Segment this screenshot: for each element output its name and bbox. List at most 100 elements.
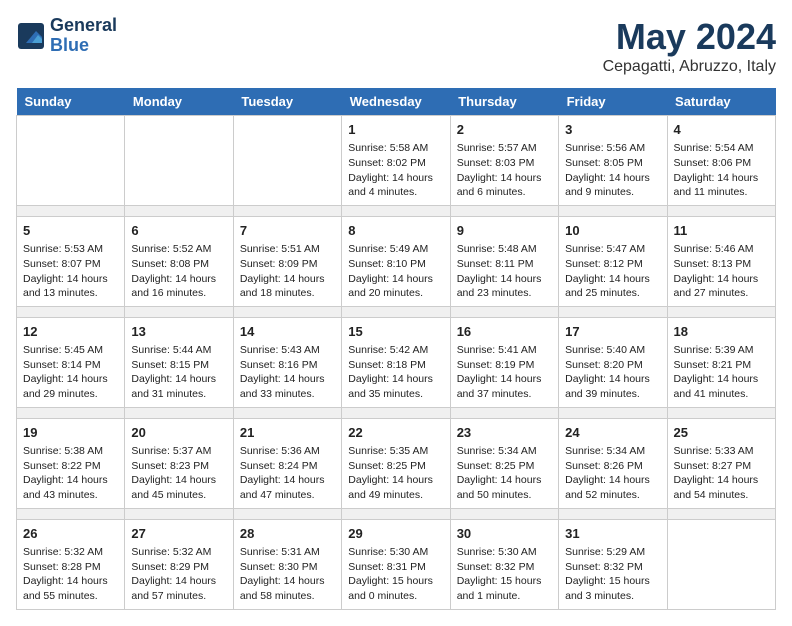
title-block: May 2024 Cepagatti, Abruzzo, Italy [603, 16, 776, 76]
calendar-cell: 13Sunrise: 5:44 AM Sunset: 8:15 PM Dayli… [125, 317, 233, 407]
day-number: 12 [23, 323, 118, 341]
day-number: 25 [674, 424, 769, 442]
day-number: 22 [348, 424, 443, 442]
month-title: May 2024 [603, 16, 776, 58]
day-info: Sunrise: 5:57 AM Sunset: 8:03 PM Dayligh… [457, 141, 552, 200]
day-info: Sunrise: 5:48 AM Sunset: 8:11 PM Dayligh… [457, 242, 552, 301]
calendar-cell: 15 Sunrise: 5:42 AM Sunset: 8:18 PM Dayli… [342, 317, 450, 407]
day-info: Sunrise: 5:52 AM Sunset: 8:08 PM Dayligh… [131, 242, 226, 301]
day-info: Sunrise: 5:42 AM Sunset: 8:18 PM Dayligh… [348, 343, 443, 402]
location: Cepagatti, Abruzzo, Italy [603, 58, 776, 76]
day-info: Sunrise: 5:43 AM Sunset: 8:16 PM Dayligh… [240, 343, 335, 402]
day-number: 21 [240, 424, 335, 442]
day-number: 10 [565, 222, 660, 240]
weekday-header-tuesday: Tuesday [233, 88, 341, 116]
day-number: 15 [348, 323, 443, 341]
day-number: 24 [565, 424, 660, 442]
day-number: 16 [457, 323, 552, 341]
calendar-cell: 21 Sunrise: 5:36 AM Sunset: 8:24 PM Dayli… [233, 418, 341, 508]
logo-text: General Blue [50, 16, 117, 56]
calendar-table: SundayMondayTuesdayWednesdayThursdayFrid… [16, 88, 776, 610]
calendar-cell: 3Sunrise: 5:56 AM Sunset: 8:05 PM Daylig… [559, 116, 667, 206]
day-info: Sunrise: 5:41 AM Sunset: 8:19 PM Dayligh… [457, 343, 552, 402]
calendar-cell: 27Sunrise: 5:32 AM Sunset: 8:29 PM Dayli… [125, 519, 233, 609]
page-header: General Blue May 2024 Cepagatti, Abruzzo… [16, 16, 776, 76]
calendar-cell: 1Sunrise: 5:58 AM Sunset: 8:02 PM Daylig… [342, 116, 450, 206]
calendar-week-row: 1Sunrise: 5:58 AM Sunset: 8:02 PM Daylig… [17, 116, 776, 206]
day-info: Sunrise: 5:49 AM Sunset: 8:10 PM Dayligh… [348, 242, 443, 301]
calendar-cell: 26Sunrise: 5:32 AM Sunset: 8:28 PM Dayli… [17, 519, 125, 609]
week-separator [17, 205, 776, 216]
logo-icon [16, 21, 46, 51]
calendar-cell: 30 Sunrise: 5:30 AM Sunset: 8:32 PM Dayli… [450, 519, 558, 609]
day-info: Sunrise: 5:38 AM Sunset: 8:22 PM Dayligh… [23, 444, 118, 503]
day-number: 31 [565, 525, 660, 543]
calendar-cell [667, 519, 775, 609]
day-info: Sunrise: 5:34 AM Sunset: 8:26 PM Dayligh… [565, 444, 660, 503]
logo: General Blue [16, 16, 117, 56]
day-info: Sunrise: 5:44 AM Sunset: 8:15 PM Dayligh… [131, 343, 226, 402]
day-info: Sunrise: 5:30 AM Sunset: 8:32 PM Dayligh… [457, 545, 552, 604]
day-info: Sunrise: 5:45 AM Sunset: 8:14 PM Dayligh… [23, 343, 118, 402]
calendar-cell: 14Sunrise: 5:43 AM Sunset: 8:16 PM Dayli… [233, 317, 341, 407]
calendar-week-row: 12 Sunrise: 5:45 AM Sunset: 8:14 PM Dayli… [17, 317, 776, 407]
day-info: Sunrise: 5:47 AM Sunset: 8:12 PM Dayligh… [565, 242, 660, 301]
day-number: 9 [457, 222, 552, 240]
day-number: 18 [674, 323, 769, 341]
day-info: Sunrise: 5:56 AM Sunset: 8:05 PM Dayligh… [565, 141, 660, 200]
day-info: Sunrise: 5:32 AM Sunset: 8:28 PM Dayligh… [23, 545, 118, 604]
calendar-cell: 7 Sunrise: 5:51 AM Sunset: 8:09 PM Daylig… [233, 216, 341, 306]
day-number: 27 [131, 525, 226, 543]
weekday-header-row: SundayMondayTuesdayWednesdayThursdayFrid… [17, 88, 776, 116]
calendar-cell: 24 Sunrise: 5:34 AM Sunset: 8:26 PM Dayli… [559, 418, 667, 508]
calendar-cell: 4 Sunrise: 5:54 AM Sunset: 8:06 PM Daylig… [667, 116, 775, 206]
day-number: 19 [23, 424, 118, 442]
calendar-cell: 25Sunrise: 5:33 AM Sunset: 8:27 PM Dayli… [667, 418, 775, 508]
day-info: Sunrise: 5:39 AM Sunset: 8:21 PM Dayligh… [674, 343, 769, 402]
calendar-cell: 19 Sunrise: 5:38 AM Sunset: 8:22 PM Dayli… [17, 418, 125, 508]
day-info: Sunrise: 5:30 AM Sunset: 8:31 PM Dayligh… [348, 545, 443, 604]
day-info: Sunrise: 5:58 AM Sunset: 8:02 PM Dayligh… [348, 141, 443, 200]
calendar-cell: 18 Sunrise: 5:39 AM Sunset: 8:21 PM Dayli… [667, 317, 775, 407]
day-info: Sunrise: 5:35 AM Sunset: 8:25 PM Dayligh… [348, 444, 443, 503]
weekday-header-sunday: Sunday [17, 88, 125, 116]
day-info: Sunrise: 5:29 AM Sunset: 8:32 PM Dayligh… [565, 545, 660, 604]
day-info: Sunrise: 5:31 AM Sunset: 8:30 PM Dayligh… [240, 545, 335, 604]
day-number: 17 [565, 323, 660, 341]
day-info: Sunrise: 5:34 AM Sunset: 8:25 PM Dayligh… [457, 444, 552, 503]
day-number: 2 [457, 121, 552, 139]
day-info: Sunrise: 5:40 AM Sunset: 8:20 PM Dayligh… [565, 343, 660, 402]
calendar-cell: 28 Sunrise: 5:31 AM Sunset: 8:30 PM Dayli… [233, 519, 341, 609]
calendar-cell: 22 Sunrise: 5:35 AM Sunset: 8:25 PM Dayli… [342, 418, 450, 508]
day-number: 28 [240, 525, 335, 543]
day-number: 7 [240, 222, 335, 240]
calendar-cell: 2 Sunrise: 5:57 AM Sunset: 8:03 PM Daylig… [450, 116, 558, 206]
calendar-cell: 23 Sunrise: 5:34 AM Sunset: 8:25 PM Dayli… [450, 418, 558, 508]
calendar-cell [125, 116, 233, 206]
calendar-cell: 29Sunrise: 5:30 AM Sunset: 8:31 PM Dayli… [342, 519, 450, 609]
week-separator [17, 407, 776, 418]
day-number: 4 [674, 121, 769, 139]
day-number: 30 [457, 525, 552, 543]
calendar-cell [17, 116, 125, 206]
calendar-cell: 10 Sunrise: 5:47 AM Sunset: 8:12 PM Dayli… [559, 216, 667, 306]
day-info: Sunrise: 5:54 AM Sunset: 8:06 PM Dayligh… [674, 141, 769, 200]
day-number: 6 [131, 222, 226, 240]
day-info: Sunrise: 5:53 AM Sunset: 8:07 PM Dayligh… [23, 242, 118, 301]
day-number: 11 [674, 222, 769, 240]
calendar-cell: 17 Sunrise: 5:40 AM Sunset: 8:20 PM Dayli… [559, 317, 667, 407]
week-separator [17, 306, 776, 317]
calendar-cell [233, 116, 341, 206]
day-number: 20 [131, 424, 226, 442]
day-info: Sunrise: 5:51 AM Sunset: 8:09 PM Dayligh… [240, 242, 335, 301]
calendar-cell: 12 Sunrise: 5:45 AM Sunset: 8:14 PM Dayli… [17, 317, 125, 407]
calendar-cell: 8 Sunrise: 5:49 AM Sunset: 8:10 PM Daylig… [342, 216, 450, 306]
day-number: 23 [457, 424, 552, 442]
day-info: Sunrise: 5:36 AM Sunset: 8:24 PM Dayligh… [240, 444, 335, 503]
weekday-header-thursday: Thursday [450, 88, 558, 116]
weekday-header-wednesday: Wednesday [342, 88, 450, 116]
day-info: Sunrise: 5:37 AM Sunset: 8:23 PM Dayligh… [131, 444, 226, 503]
weekday-header-saturday: Saturday [667, 88, 775, 116]
day-number: 8 [348, 222, 443, 240]
calendar-cell: 5Sunrise: 5:53 AM Sunset: 8:07 PM Daylig… [17, 216, 125, 306]
